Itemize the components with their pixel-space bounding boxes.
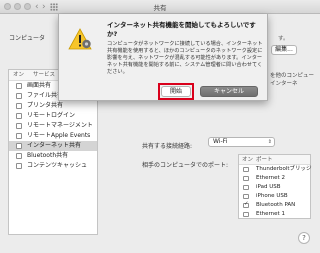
computer-name-note: す。 [278, 36, 289, 42]
connection-select[interactable]: Wi-Fi ⇕ [208, 137, 275, 147]
checkbox[interactable] [16, 83, 22, 89]
computer-name-label: コンピュータ [9, 35, 46, 42]
help-button[interactable]: ? [298, 232, 310, 244]
header-on: オン [242, 157, 254, 163]
port-row-ethernet-1[interactable]: Ethernet 1 [239, 210, 310, 219]
confirm-dialog: インターネット共有機能を開始してもよろしいですか? コンピュータがネットワークに… [58, 14, 268, 101]
service-row-remote-apple-events[interactable]: リモートApple Events [9, 131, 97, 141]
header-service: サービス [33, 72, 56, 78]
warning-icon [68, 28, 92, 50]
service-row-bluetooth-sharing[interactable]: Bluetooth共有 [9, 151, 97, 161]
checkbox[interactable] [243, 211, 249, 217]
dialog-message: コンピュータがネットワークに接続している場合、インターネット共有機能を使用すると… [107, 41, 263, 75]
port-row-ipad-usb[interactable]: iPad USB [239, 183, 310, 192]
service-label: インターネット共有 [27, 142, 82, 149]
port-row-thunderbolt[interactable]: Thunderboltブリッジ [239, 165, 312, 174]
service-row-remote-login[interactable]: リモートログイン [9, 111, 97, 121]
checkbox[interactable] [16, 153, 22, 159]
title-bar: ‹ › 共有 [0, 0, 320, 14]
port-row-ethernet-2[interactable]: Ethernet 2 [239, 174, 310, 183]
checkbox[interactable] [16, 123, 22, 129]
port-label: Ethernet 2 [256, 175, 285, 181]
checkbox[interactable] [16, 93, 22, 99]
service-label: プリンタ共有 [27, 102, 64, 109]
checkbox[interactable] [16, 113, 22, 119]
checkbox[interactable] [16, 143, 22, 149]
port-label: Thunderboltブリッジ [256, 166, 312, 172]
service-label: コンテンツキャッシュ [27, 162, 88, 169]
edit-button[interactable]: 編集... [271, 45, 297, 55]
checkbox[interactable] [243, 175, 249, 181]
description-line: インターネ [270, 81, 298, 87]
service-label: リモートApple Events [27, 132, 91, 139]
service-description: を他のコンピュー インターネ [270, 72, 314, 88]
service-label: リモートマネージメント [27, 122, 93, 129]
port-label: iPhone USB [256, 193, 288, 199]
service-label: 画面共有 [27, 82, 52, 89]
checkbox[interactable] [16, 163, 22, 169]
port-row-iphone-usb[interactable]: iPhone USB [239, 192, 310, 201]
port-label: Ethernet 1 [256, 211, 285, 217]
port-row-bluetooth-pan[interactable]: Bluetooth PAN [239, 200, 310, 210]
checkbox[interactable] [16, 103, 22, 109]
description-line: を他のコンピュー [270, 73, 315, 79]
service-row-internet-sharing[interactable]: インターネット共有 [9, 141, 97, 151]
ports-label: 相手のコンピュータでのポート: [142, 162, 229, 169]
cancel-button[interactable]: キャンセル [200, 86, 258, 97]
checkbox[interactable] [243, 166, 249, 172]
service-label: Bluetooth共有 [27, 152, 69, 159]
checkbox[interactable] [243, 193, 249, 199]
window-title: 共有 [153, 4, 167, 12]
connection-label: 共有する接続経路: [142, 143, 193, 150]
checkbox[interactable] [16, 133, 22, 139]
checkbox-checked[interactable] [243, 200, 249, 208]
ports-list: オン ポート Thunderboltブリッジ Ethernet 2 iPad U… [238, 154, 312, 219]
chevron-updown-icon: ⇕ [267, 139, 272, 145]
header-port: ポート [256, 157, 273, 163]
checkbox[interactable] [243, 184, 249, 190]
service-label: リモートログイン [27, 112, 76, 119]
port-label: Bluetooth PAN [256, 202, 296, 208]
service-row-printer-sharing[interactable]: プリンタ共有 [9, 101, 97, 111]
dialog-title: インターネット共有機能を開始してもよろしいですか? [107, 21, 256, 38]
connection-value: Wi-Fi [213, 138, 228, 145]
ports-header: オン ポート [239, 155, 310, 165]
service-row-remote-management[interactable]: リモートマネージメント [9, 121, 97, 131]
port-label: iPad USB [256, 184, 281, 190]
header-on: オン [13, 72, 25, 78]
service-row-content-caching[interactable]: コンテンツキャッシュ [9, 161, 97, 171]
start-button[interactable]: 開始 [161, 86, 191, 97]
